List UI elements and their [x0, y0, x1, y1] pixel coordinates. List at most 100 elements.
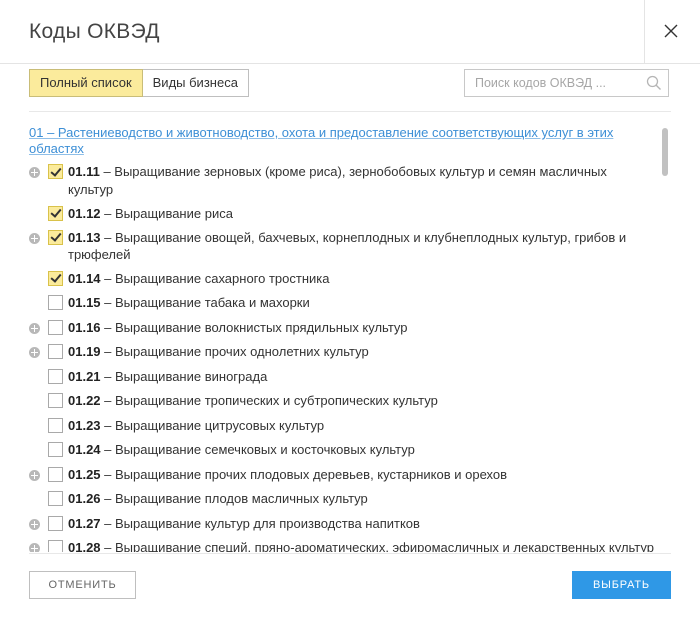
item-code: 01.28 — [68, 539, 101, 553]
item-code: 01.14 — [68, 270, 101, 286]
close-button[interactable] — [644, 0, 700, 63]
okved-dialog: Коды ОКВЭД Полный список Виды бизнеса 01… — [0, 0, 700, 618]
item-checkbox[interactable] — [48, 417, 63, 433]
item-code: 01.15 — [68, 294, 101, 310]
item-label: – Выращивание риса — [104, 205, 233, 221]
item-label: – Выращивание винограда — [104, 368, 268, 384]
list-item[interactable]: 01.22 – Выращивание тропических и субтро… — [29, 392, 654, 410]
search-box — [464, 69, 669, 97]
list-item[interactable]: 01.14 – Выращивание сахарного тростника — [29, 270, 654, 288]
item-code: 01.22 — [68, 392, 101, 408]
item-code: 01.26 — [68, 490, 101, 506]
item-text: 01.13 – Выращивание овощей, бахчевых, ко… — [47, 229, 654, 264]
item-text: 01.19 – Выращивание прочих однолетних ку… — [47, 343, 654, 361]
item-code: 01.21 — [68, 368, 101, 384]
item-code: 01.13 — [68, 229, 101, 245]
list-item[interactable]: 01.12 – Выращивание риса — [29, 205, 654, 223]
item-label: – Выращивание сахарного тростника — [104, 270, 330, 286]
item-label: – Выращивание цитрусовых культур — [104, 417, 325, 433]
scrollbar[interactable] — [661, 121, 669, 551]
item-checkbox[interactable] — [48, 368, 63, 384]
item-text: 01.28 – Выращивание специй, пряно-аромат… — [47, 539, 654, 553]
item-code: 01.12 — [68, 205, 101, 221]
item-checkbox[interactable] — [48, 515, 63, 531]
item-label: – Выращивание прочих плодовых деревьев, … — [104, 466, 508, 482]
item-checkbox[interactable] — [48, 441, 63, 457]
item-checkbox[interactable] — [48, 392, 63, 408]
item-text: 01.15 – Выращивание табака и махорки — [47, 294, 654, 312]
item-text: 01.11 – Выращивание зерновых (кроме риса… — [47, 163, 654, 198]
tab-bar: Полный список Виды бизнеса — [29, 69, 249, 97]
list-item[interactable]: 01.26 – Выращивание плодов масличных кул… — [29, 490, 654, 508]
item-text: 01.16 – Выращивание волокнистых прядильн… — [47, 319, 654, 337]
item-code: 01.19 — [68, 343, 101, 359]
item-checkbox[interactable] — [48, 164, 63, 179]
item-label: – Выращивание прочих однолетних культур — [104, 343, 369, 359]
scrollbar-thumb[interactable] — [662, 128, 668, 176]
list-item[interactable]: 01.23 – Выращивание цитрусовых культур — [29, 417, 654, 435]
item-checkbox[interactable] — [48, 466, 63, 482]
expand-icon[interactable] — [29, 518, 40, 530]
search-icon[interactable] — [646, 75, 662, 91]
item-checkbox[interactable] — [48, 490, 63, 506]
item-label: – Выращивание зерновых (кроме риса), зер… — [68, 164, 607, 197]
item-checkbox[interactable] — [48, 270, 63, 286]
list-item[interactable]: 01.28 – Выращивание специй, пряно-аромат… — [29, 539, 654, 553]
list-item[interactable]: 01.16 – Выращивание волокнистых прядильн… — [29, 319, 654, 337]
dialog-header: Коды ОКВЭД — [0, 0, 700, 64]
list-item[interactable]: 01.25 – Выращивание прочих плодовых дере… — [29, 466, 654, 484]
item-code: 01.23 — [68, 417, 101, 433]
list-item[interactable]: 01.27 – Выращивание культур для производ… — [29, 515, 654, 533]
cancel-button[interactable]: ОТМЕНИТЬ — [29, 571, 136, 599]
item-label: – Выращивание плодов масличных культур — [104, 490, 368, 506]
item-checkbox[interactable] — [48, 294, 63, 310]
expand-icon[interactable] — [29, 322, 40, 334]
item-text: 01.24 – Выращивание семечковых и косточк… — [47, 441, 654, 459]
item-label: – Выращивание культур для производства н… — [104, 515, 420, 531]
section-link[interactable]: 01 – Растениеводство и животноводство, о… — [29, 125, 654, 157]
tab-full-list[interactable]: Полный список — [29, 69, 143, 97]
item-code: 01.11 — [68, 164, 100, 179]
item-label: – Выращивание овощей, бахчевых, корнепло… — [68, 229, 627, 263]
item-text: 01.21 – Выращивание винограда — [47, 368, 654, 386]
list-item[interactable]: 01.15 – Выращивание табака и махорки — [29, 294, 654, 312]
okved-list: 01 – Растениеводство и животноводство, о… — [29, 120, 654, 552]
item-text: 01.27 – Выращивание культур для производ… — [47, 515, 654, 533]
item-text: 01.12 – Выращивание риса — [47, 205, 654, 223]
item-text: 01.22 – Выращивание тропических и субтро… — [47, 392, 654, 410]
item-code: 01.24 — [68, 441, 101, 457]
item-checkbox[interactable] — [48, 229, 63, 245]
expand-icon[interactable] — [29, 469, 40, 481]
expand-icon[interactable] — [29, 232, 40, 244]
item-checkbox[interactable] — [48, 539, 63, 552]
list-item[interactable]: 01.24 – Выращивание семечковых и косточк… — [29, 441, 654, 459]
divider — [29, 553, 671, 554]
expand-icon[interactable] — [29, 542, 40, 552]
search-input[interactable] — [465, 70, 655, 96]
close-icon — [664, 24, 678, 38]
item-code: 01.27 — [68, 515, 101, 531]
expand-icon[interactable] — [29, 167, 40, 178]
dialog-title: Коды ОКВЭД — [29, 20, 160, 43]
okved-items: 01.11 – Выращивание зерновых (кроме риса… — [29, 163, 654, 552]
list-item[interactable]: 01.11 – Выращивание зерновых (кроме риса… — [29, 163, 654, 198]
item-code: 01.25 — [68, 466, 101, 482]
expand-icon[interactable] — [29, 346, 40, 358]
list-item[interactable]: 01.19 – Выращивание прочих однолетних ку… — [29, 343, 654, 361]
item-text: 01.26 – Выращивание плодов масличных кул… — [47, 490, 654, 508]
item-text: 01.23 – Выращивание цитрусовых культур — [47, 417, 654, 435]
item-checkbox[interactable] — [48, 343, 63, 359]
item-code: 01.16 — [68, 319, 101, 335]
item-checkbox[interactable] — [48, 205, 63, 221]
list-item[interactable]: 01.21 – Выращивание винограда — [29, 368, 654, 386]
item-checkbox[interactable] — [48, 319, 63, 335]
list-item[interactable]: 01.13 – Выращивание овощей, бахчевых, ко… — [29, 229, 654, 264]
item-label: – Выращивание волокнистых прядильных кул… — [104, 319, 408, 335]
tab-business-types[interactable]: Виды бизнеса — [142, 69, 249, 97]
item-label: – Выращивание табака и махорки — [104, 294, 310, 310]
item-label: – Выращивание специй, пряно-ароматически… — [104, 539, 654, 553]
select-button[interactable]: ВЫБРАТЬ — [572, 571, 671, 599]
divider — [29, 111, 671, 112]
item-text: 01.14 – Выращивание сахарного тростника — [47, 270, 654, 288]
item-label: – Выращивание семечковых и косточковых к… — [104, 441, 415, 457]
